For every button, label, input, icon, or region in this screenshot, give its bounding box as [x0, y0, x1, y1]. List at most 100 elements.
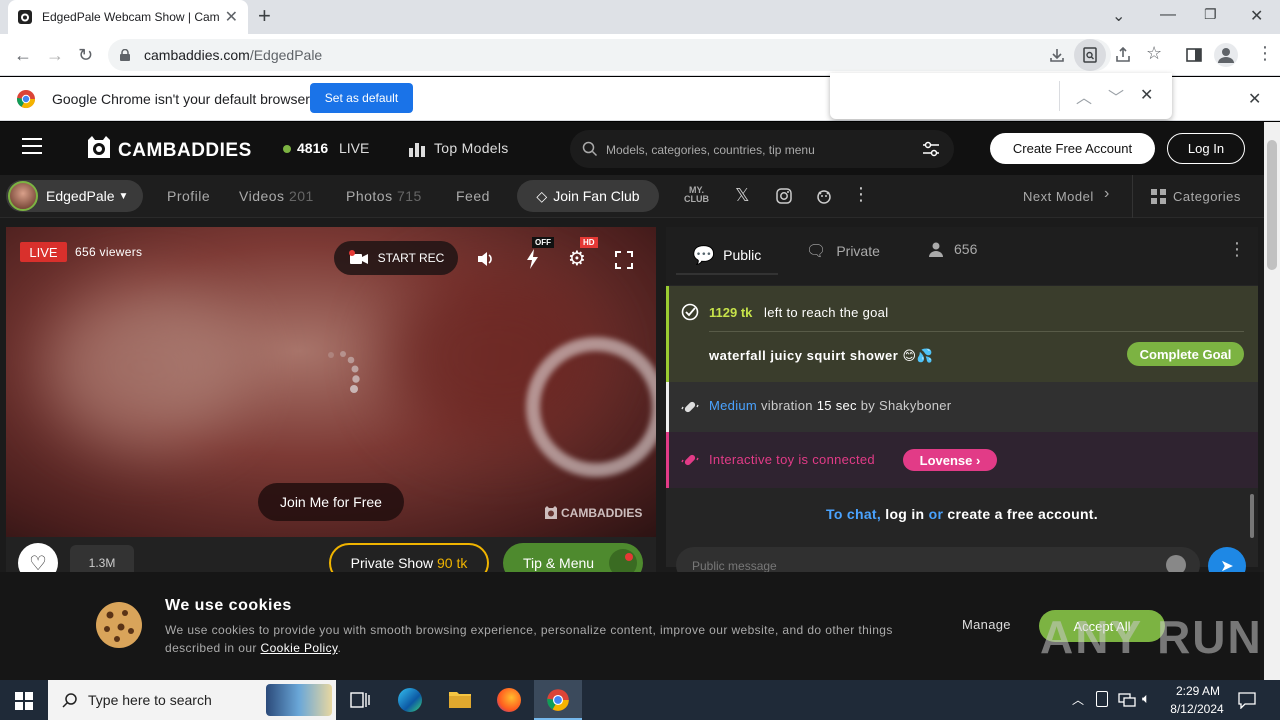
chrome-taskbar-icon [547, 689, 569, 711]
infobar-close-icon[interactable]: ✕ [1248, 89, 1261, 109]
chat-more-icon[interactable]: ⋮ [1228, 239, 1246, 260]
chat-scrollbar[interactable] [1250, 494, 1254, 538]
mascot-icon[interactable] [815, 188, 833, 204]
side-panel-icon[interactable] [1185, 46, 1203, 64]
model-menu-button[interactable]: EdgedPale ▼ [6, 180, 143, 212]
find-close-icon[interactable]: ✕ [1140, 85, 1153, 105]
join-fan-club-button[interactable]: ◇ Join Fan Club [517, 180, 659, 212]
find-in-page-icon[interactable] [1081, 46, 1099, 64]
cambaddies-logo-icon[interactable] [86, 134, 112, 162]
reload-icon[interactable]: ↻ [78, 45, 93, 66]
find-next-icon[interactable]: ﹀ [1108, 84, 1124, 108]
find-previous-icon[interactable]: ︿ [1076, 84, 1092, 108]
page-scrollbar-thumb[interactable] [1267, 140, 1277, 270]
model-name: EdgedPale [46, 188, 115, 204]
tip-menu-label: Tip & Menu [523, 555, 595, 571]
firefox-icon[interactable] [497, 688, 521, 712]
chrome-menu-icon[interactable]: ⋮ [1256, 43, 1274, 64]
volume-icon[interactable] [477, 251, 495, 267]
login-button[interactable]: Log In [1167, 133, 1245, 164]
filter-icon[interactable] [922, 141, 940, 157]
chat-bubble-icon: 💬 [692, 244, 716, 265]
tab-close-icon[interactable]: ✕ [225, 7, 238, 27]
address-bar[interactable]: cambaddies.com/EdgedPale [108, 39, 1111, 71]
task-view-icon[interactable] [350, 691, 370, 709]
speaker-icon[interactable]: 🔈︎ [1142, 690, 1150, 707]
tray-chevron-icon[interactable]: ︿ [1072, 691, 1084, 708]
tab-search-chevron-icon[interactable]: ⌄ [1112, 6, 1125, 26]
start-rec-button[interactable]: START REC [334, 241, 458, 275]
settings-gear-icon[interactable]: ⚙ [568, 249, 586, 269]
install-icon[interactable] [1048, 46, 1066, 64]
edge-browser-icon[interactable] [398, 688, 422, 712]
find-input[interactable] [840, 83, 1054, 109]
lightning-icon[interactable] [526, 249, 540, 269]
to-chat-text: To chat, [826, 506, 882, 522]
minimize-icon[interactable]: — [1160, 6, 1176, 24]
file-explorer-icon[interactable] [448, 689, 472, 709]
vibration-word: vibration [760, 398, 813, 413]
network-icon[interactable] [1118, 692, 1136, 708]
clock-time[interactable]: 2:29 AM [1172, 684, 1224, 698]
clock-date[interactable]: 8/12/2024 [1166, 702, 1228, 716]
new-tab-icon[interactable]: + [258, 5, 271, 27]
video-player[interactable]: LIVE 656 viewers START REC OFF ⚙ HD Join… [6, 227, 656, 537]
profile-tab[interactable]: Profile [167, 188, 210, 204]
myclub-icon[interactable]: MY. CLUB [684, 186, 709, 204]
x-twitter-icon[interactable]: 𝕏 [735, 185, 750, 206]
live-label[interactable]: LIVE [339, 140, 369, 156]
chevron-right-icon[interactable]: › [1104, 185, 1109, 203]
window-close-icon[interactable]: ✕ [1250, 6, 1263, 26]
hamburger-menu-icon[interactable] [22, 138, 42, 154]
url-domain: cambaddies.com [144, 47, 250, 63]
taskbar-search[interactable]: Type here to search [48, 680, 336, 720]
cookie-title: We use cookies [165, 597, 292, 614]
tab-public[interactable]: 💬 Public [676, 237, 778, 275]
create-account-button[interactable]: Create Free Account [990, 133, 1155, 164]
browser-tab[interactable]: EdgedPale Webcam Show | Cam ✕ [8, 0, 248, 34]
photos-tab[interactable]: Photos 715 [346, 188, 422, 204]
set-as-default-button[interactable]: Set as default [310, 83, 413, 113]
more-options-icon[interactable]: ⋮ [852, 184, 870, 205]
bookmark-star-icon[interactable]: ☆ [1146, 43, 1162, 64]
goal-tokens: 1129 tk [709, 305, 753, 320]
or-text: or [928, 506, 944, 522]
cookie-policy-link[interactable]: Cookie Policy [261, 641, 338, 655]
forward-icon[interactable]: → [46, 45, 64, 66]
share-icon[interactable] [1114, 46, 1132, 64]
notification-icon[interactable] [1238, 691, 1256, 709]
site-logo-text[interactable]: CAMBADDIES [118, 140, 252, 162]
chat-create-account-link[interactable]: create a free account. [947, 506, 1098, 522]
fullscreen-icon[interactable] [615, 251, 633, 269]
tray-device-icon[interactable] [1096, 691, 1108, 707]
search-input[interactable]: Models, categories, countries, tip menu [606, 143, 815, 157]
videos-count: 201 [288, 188, 314, 204]
tab-users[interactable]: 656 [928, 241, 977, 257]
back-icon[interactable]: ← [14, 45, 32, 66]
complete-goal-button[interactable]: Complete Goal [1127, 342, 1244, 366]
search-box[interactable]: Models, categories, countries, tip menu [570, 130, 954, 168]
windows-taskbar: Type here to search ︿ 🔈︎ 2:29 AM 8/12/20… [0, 680, 1280, 720]
diamond-icon: ◇ [536, 187, 548, 204]
live-count[interactable]: 4816 [297, 140, 328, 156]
next-model-link[interactable]: Next Model [1023, 189, 1094, 204]
video-blur-shape [46, 287, 246, 447]
windows-start-icon[interactable] [15, 692, 33, 710]
model-subnav: EdgedPale ▼ Profile Videos 201 Photos 71… [0, 175, 1264, 218]
manage-cookies-button[interactable]: Manage [962, 617, 1011, 632]
chrome-taskbar-item[interactable] [534, 680, 582, 720]
feed-tab[interactable]: Feed [456, 188, 490, 204]
join-free-button[interactable]: Join Me for Free [258, 483, 404, 521]
tab-private[interactable]: 🗨 Private [806, 241, 880, 261]
instagram-icon[interactable] [776, 188, 792, 204]
videos-tab[interactable]: Videos 201 [239, 188, 314, 204]
chat-tabs: 💬 Public 🗨 Private 656 ⋮ [666, 227, 1258, 285]
top-models-link[interactable]: Top Models [434, 140, 509, 156]
lovense-button[interactable]: Lovense › [903, 449, 997, 471]
profile-avatar-icon[interactable] [1214, 43, 1238, 67]
url-path: /EdgedPale [249, 47, 323, 63]
restore-icon[interactable]: ❐ [1204, 6, 1217, 23]
model-avatar [8, 181, 38, 211]
categories-link[interactable]: Categories [1173, 189, 1241, 204]
chat-login-link[interactable]: log in [885, 506, 924, 522]
